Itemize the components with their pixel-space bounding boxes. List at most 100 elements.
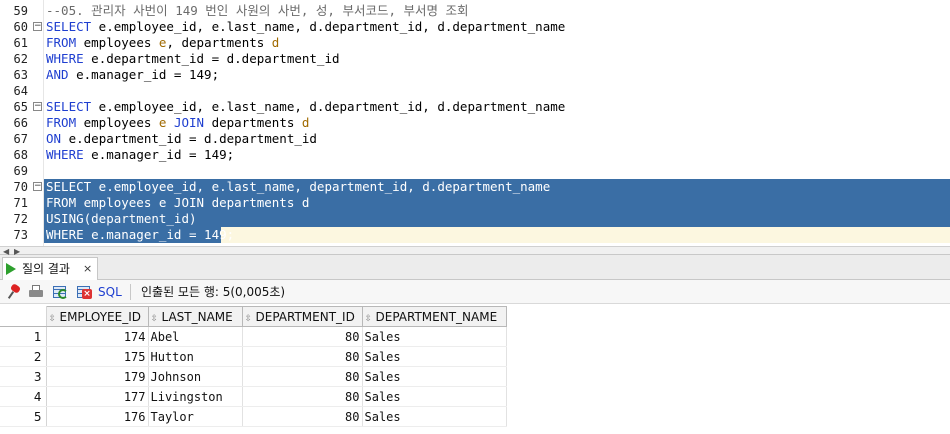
toolbar-divider	[130, 284, 131, 300]
column-header-department-id[interactable]: ⇳ DEPARTMENT_ID	[241, 306, 363, 327]
tab-query-result[interactable]: 질의 결과 ×	[2, 257, 98, 280]
row-number[interactable]: 2	[0, 346, 47, 367]
cell-employee-id[interactable]: 175	[46, 346, 149, 367]
line-number: 64	[13, 84, 28, 98]
code-line[interactable]: 61 FROM employees e, departments d	[0, 35, 950, 51]
column-header-last-name[interactable]: ⇳ LAST_NAME	[147, 306, 243, 327]
cell-last-name[interactable]: Abel	[148, 326, 243, 347]
cell-last-name[interactable]: Hutton	[148, 346, 243, 367]
line-number: 73	[13, 228, 28, 242]
code-line[interactable]: 67 ON e.department_id = d.department_id	[0, 131, 950, 147]
code-line[interactable]: 62 WHERE e.department_id = d.department_i…	[0, 51, 950, 67]
code-line[interactable]: 66 FROM employees e JOIN departments d	[0, 115, 950, 131]
pin-icon[interactable]	[6, 283, 22, 300]
sort-icon[interactable]: ⇳	[151, 314, 160, 324]
sort-icon[interactable]: ⇳	[365, 314, 374, 324]
line-number: 69	[13, 164, 28, 178]
code-text: SELECT e.employee_id, e.last_name, d.dep…	[46, 99, 566, 114]
line-number: 65	[13, 100, 28, 114]
cell-employee-id[interactable]: 179	[46, 366, 149, 387]
cell-department-name[interactable]: Sales	[362, 346, 507, 367]
code-text: USING(department_id)	[46, 211, 197, 226]
code-text: FROM employees e, departments d	[46, 35, 280, 50]
table-row[interactable]: 3 179 Johnson 80 Sales	[0, 366, 507, 387]
line-number: 59	[13, 4, 28, 18]
results-table[interactable]: ⇳ EMPLOYEE_ID ⇳ LAST_NAME ⇳ DEPARTMENT_ID ⇳…	[0, 306, 507, 427]
cell-employee-id[interactable]: 174	[46, 326, 149, 347]
results-toolbar: × SQL 인출된 모든 행: 5(0,005초)	[0, 280, 950, 304]
code-line[interactable]: 72 USING(department_id)	[0, 211, 950, 227]
code-text: WHERE e.manager_id = 149;	[46, 227, 235, 242]
code-text: FROM employees e JOIN departments d	[46, 115, 310, 130]
refresh-grid-icon[interactable]	[52, 284, 68, 300]
line-number: 72	[13, 212, 28, 226]
code-text: WHERE e.manager_id = 149;	[46, 147, 235, 162]
cell-department-name[interactable]: Sales	[362, 366, 507, 387]
code-line[interactable]: 64	[0, 83, 950, 99]
cell-department-id[interactable]: 80	[242, 406, 363, 427]
table-row[interactable]: 5 176 Taylor 80 Sales	[0, 406, 507, 427]
code-text: SELECT e.employee_id, e.last_name, d.dep…	[46, 19, 566, 34]
code-line[interactable]: 71 FROM employees e JOIN departments d	[0, 195, 950, 211]
row-number[interactable]: 4	[0, 386, 47, 407]
table-row[interactable]: 1 174 Abel 80 Sales	[0, 326, 507, 347]
cancel-grid-icon[interactable]: ×	[76, 284, 92, 300]
code-text: --05. 관리자 사번이 149 번인 사원의 사번, 성, 부서코드, 부서…	[46, 3, 469, 18]
code-line[interactable]: 73 WHERE e.manager_id = 149;	[0, 227, 950, 243]
line-number: 70	[13, 180, 28, 194]
column-header-department-name[interactable]: ⇳ DEPARTMENT_NAME	[361, 306, 507, 327]
results-tab-bar: 질의 결과 ×	[0, 255, 950, 280]
line-number: 67	[13, 132, 28, 146]
sql-editor[interactable]: 59 --05. 관리자 사번이 149 번인 사원의 사번, 성, 부서코드, …	[0, 0, 950, 246]
code-line[interactable]: 69	[0, 163, 950, 179]
code-text: ON e.department_id = d.department_id	[46, 131, 317, 146]
sort-icon[interactable]: ⇳	[49, 314, 58, 324]
cell-department-name[interactable]: Sales	[362, 386, 507, 407]
cell-department-name[interactable]: Sales	[362, 406, 507, 427]
sql-button[interactable]: SQL	[98, 284, 122, 300]
row-number[interactable]: 5	[0, 406, 47, 427]
row-number-header	[0, 306, 47, 327]
run-result-icon	[6, 263, 16, 275]
code-line[interactable]: 68 WHERE e.manager_id = 149;	[0, 147, 950, 163]
cell-department-id[interactable]: 80	[242, 326, 363, 347]
code-line[interactable]: 63 AND e.manager_id = 149;	[0, 67, 950, 83]
result-rows[interactable]: 1 174 Abel 80 Sales 2 175 Hutton 80 Sales 3 179 John…	[0, 326, 507, 427]
fold-toggle-icon[interactable]: −	[33, 182, 42, 191]
table-row[interactable]: 2 175 Hutton 80 Sales	[0, 346, 507, 367]
table-row[interactable]: 4 177 Livingston 80 Sales	[0, 386, 507, 407]
cell-last-name[interactable]: Johnson	[148, 366, 243, 387]
cell-last-name[interactable]: Taylor	[148, 406, 243, 427]
line-number: 62	[13, 52, 28, 66]
fetch-status: 인출된 모든 행: 5(0,005초)	[141, 285, 286, 299]
column-header-employee-id[interactable]: ⇳ EMPLOYEE_ID	[45, 306, 149, 327]
line-number: 68	[13, 148, 28, 162]
editor-horizontal-scrollbar[interactable]: ◀ ▶	[0, 246, 950, 256]
cell-employee-id[interactable]: 177	[46, 386, 149, 407]
cell-employee-id[interactable]: 176	[46, 406, 149, 427]
code-line[interactable]: 70− SELECT e.employee_id, e.last_name, de…	[0, 179, 950, 195]
tab-label: 질의 결과	[22, 262, 70, 276]
line-number: 71	[13, 196, 28, 210]
cell-department-id[interactable]: 80	[242, 346, 363, 367]
code-line[interactable]: 65− SELECT e.employee_id, e.last_name, d.…	[0, 99, 950, 115]
cell-department-id[interactable]: 80	[242, 366, 363, 387]
close-tab-icon[interactable]: ×	[83, 258, 92, 280]
row-number[interactable]: 1	[0, 326, 47, 347]
code-text: AND e.manager_id = 149;	[46, 67, 220, 82]
fold-toggle-icon[interactable]: −	[33, 102, 42, 111]
cell-department-name[interactable]: Sales	[362, 326, 507, 347]
cell-last-name[interactable]: Livingston	[148, 386, 243, 407]
code-line[interactable]: 59 --05. 관리자 사번이 149 번인 사원의 사번, 성, 부서코드, …	[0, 3, 950, 19]
sort-icon[interactable]: ⇳	[245, 314, 254, 324]
printer-icon[interactable]	[28, 284, 44, 300]
cell-department-id[interactable]: 80	[242, 386, 363, 407]
fold-toggle-icon[interactable]: −	[33, 22, 42, 31]
row-number[interactable]: 3	[0, 366, 47, 387]
code-text: WHERE e.department_id = d.department_id	[46, 51, 340, 66]
results-grid[interactable]: ⇳ EMPLOYEE_ID ⇳ LAST_NAME ⇳ DEPARTMENT_ID ⇳…	[0, 304, 950, 434]
code-text: SELECT e.employee_id, e.last_name, depar…	[46, 179, 551, 194]
code-text: FROM employees e JOIN departments d	[46, 195, 310, 210]
header-row: ⇳ EMPLOYEE_ID ⇳ LAST_NAME ⇳ DEPARTMENT_ID ⇳…	[0, 306, 507, 327]
code-line[interactable]: 60− SELECT e.employee_id, e.last_name, d.…	[0, 19, 950, 35]
